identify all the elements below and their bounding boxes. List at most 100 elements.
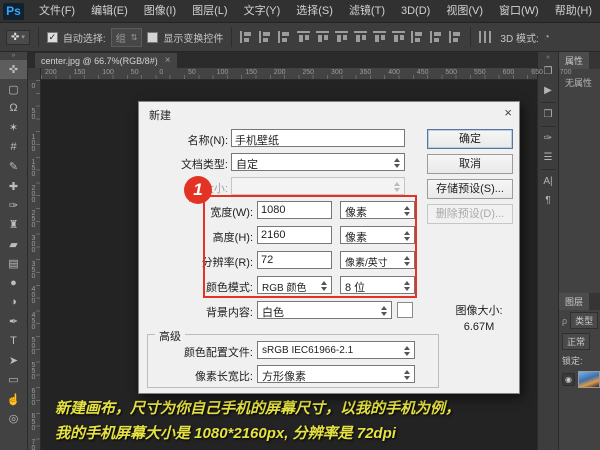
- gradient-tool-icon[interactable]: ▤: [0, 254, 27, 273]
- distribute-left-edges-icon[interactable]: [411, 31, 424, 43]
- path-select-tool-icon[interactable]: ➤: [0, 351, 27, 370]
- layers-filter-row: ρ 类型: [559, 310, 600, 331]
- distribute-vertical-centers-icon[interactable]: [373, 31, 386, 43]
- dodge-tool-icon[interactable]: ◑: [0, 293, 27, 312]
- paragraph-panel-icon[interactable]: ¶: [539, 191, 558, 210]
- menu-item[interactable]: 帮助(H): [547, 0, 600, 23]
- ruler-number: 300: [331, 69, 343, 76]
- background-color-swatch[interactable]: [397, 302, 413, 318]
- distribute-horizontal-centers-icon[interactable]: [430, 31, 443, 43]
- brush-tool-icon[interactable]: ✑: [0, 196, 27, 215]
- brush-presets-panel-icon[interactable]: ☰: [539, 148, 558, 167]
- workspace: » ✜▢Ω✶#✎✚✑♜▰▤●◑✒T➤▭☝◎ center.jpg @ 66.7%…: [0, 52, 600, 450]
- layers-panel-header: 图层: [559, 293, 600, 310]
- name-input[interactable]: 手机壁纸: [231, 129, 405, 147]
- cancel-button[interactable]: 取消: [427, 154, 513, 174]
- menu-item[interactable]: 窗口(W): [491, 0, 547, 23]
- background-select[interactable]: 白色: [257, 301, 392, 319]
- ruler-number: 500: [30, 337, 37, 355]
- clone-stamp-tool-icon[interactable]: ♜: [0, 215, 27, 234]
- ruler-number: 700: [30, 439, 37, 450]
- document-tab[interactable]: center.jpg @ 66.7%(RGB/8#) ×: [35, 53, 177, 68]
- ruler-number: 350: [360, 69, 372, 76]
- ruler-number: 250: [302, 69, 314, 76]
- ruler-number: 600: [30, 388, 37, 406]
- ok-button[interactable]: 确定: [427, 129, 513, 149]
- layer-visibility-eye-icon[interactable]: ◉: [562, 373, 575, 386]
- align-bottom-edges-icon[interactable]: [335, 31, 348, 43]
- ruler-number: 400: [30, 286, 37, 304]
- align-vertical-centers-icon[interactable]: [316, 31, 329, 43]
- ruler-number: 450: [417, 69, 429, 76]
- type-tool-icon[interactable]: T: [0, 331, 27, 350]
- distribute-spacing-icon[interactable]: [479, 31, 491, 43]
- menu-item[interactable]: 图像(I): [136, 0, 184, 23]
- menu-item[interactable]: 文件(F): [31, 0, 83, 23]
- ruler-number: 200: [45, 69, 57, 76]
- actions-panel-icon[interactable]: ▶: [539, 81, 558, 100]
- save-preset-button[interactable]: 存储预设(S)...: [427, 179, 513, 199]
- ruler-number: 200: [274, 69, 286, 76]
- menu-item[interactable]: 3D(D): [393, 0, 438, 23]
- align-top-edges-icon[interactable]: [297, 31, 310, 43]
- brush-settings-panel-icon[interactable]: ✑: [539, 129, 558, 148]
- close-icon[interactable]: ×: [165, 55, 171, 66]
- auto-select-value: 组: [116, 30, 126, 45]
- dialog-close-icon[interactable]: ×: [504, 105, 512, 120]
- color-profile-select[interactable]: sRGB IEC61966-2.1: [257, 341, 415, 359]
- auto-select-checkbox[interactable]: ✓: [47, 32, 58, 43]
- 3d-mode-icon[interactable]: ◔: [544, 32, 550, 43]
- 3d-panel-icon[interactable]: ❒: [539, 105, 558, 124]
- show-transform-checkbox[interactable]: [147, 32, 158, 43]
- ruler-number: 700: [560, 69, 572, 76]
- divider: [470, 27, 471, 47]
- size-select: [231, 177, 405, 195]
- distribute-bottom-edges-icon[interactable]: [392, 31, 405, 43]
- tab-layers[interactable]: 图层: [559, 293, 589, 310]
- distribute-right-edges-icon[interactable]: [449, 31, 462, 43]
- eraser-tool-icon[interactable]: ▰: [0, 235, 27, 254]
- magic-wand-tool-icon[interactable]: ✶: [0, 118, 27, 137]
- menu-item[interactable]: 编辑(E): [83, 0, 136, 23]
- tab-properties[interactable]: 属性: [559, 52, 589, 69]
- pen-tool-icon[interactable]: ✒: [0, 312, 27, 331]
- distribute-top-edges-icon[interactable]: [354, 31, 367, 43]
- spinner-icon: [381, 306, 388, 316]
- blur-tool-icon[interactable]: ●: [0, 273, 27, 292]
- toolbar-collapse-icon[interactable]: »: [0, 52, 27, 60]
- ruler-number: 250: [30, 210, 37, 228]
- lasso-tool-icon[interactable]: Ω: [0, 99, 27, 118]
- menu-item[interactable]: 滤镜(T): [341, 0, 393, 23]
- align-horizontal-centers-icon[interactable]: [259, 31, 272, 43]
- shape-tool-icon[interactable]: ▭: [0, 370, 27, 389]
- doc-type-select[interactable]: 自定: [231, 153, 405, 171]
- delete-preset-button: 删除预设(D)...: [427, 204, 513, 224]
- character-panel-icon[interactable]: A|: [539, 172, 558, 191]
- menu-item[interactable]: 视图(V): [438, 0, 491, 23]
- ruler-number: 550: [30, 362, 37, 380]
- menu-item[interactable]: 文字(Y): [236, 0, 289, 23]
- ruler-number: 600: [503, 69, 515, 76]
- align-left-edges-icon[interactable]: [240, 31, 253, 43]
- annotation-number-badge: 1: [184, 176, 212, 204]
- ruler-number: 50: [131, 69, 139, 76]
- auto-select-dropdown[interactable]: 组 ⇅: [111, 28, 143, 47]
- crop-tool-icon[interactable]: #: [0, 138, 27, 157]
- layer-row[interactable]: ◉: [559, 369, 600, 390]
- name-label: 名称(N):: [141, 132, 228, 148]
- blend-mode-select[interactable]: 正常: [562, 333, 590, 350]
- menu-item[interactable]: 图层(L): [184, 0, 235, 23]
- menu-item[interactable]: 选择(S): [288, 0, 341, 23]
- healing-brush-tool-icon[interactable]: ✚: [0, 176, 27, 195]
- pixel-aspect-select[interactable]: 方形像素: [257, 365, 415, 383]
- move-tool-icon[interactable]: ✜: [0, 60, 27, 79]
- spinner-icon: [404, 370, 411, 380]
- marquee-tool-icon[interactable]: ▢: [0, 79, 27, 98]
- strip-collapse-icon[interactable]: »: [546, 54, 550, 62]
- align-right-edges-icon[interactable]: [278, 31, 291, 43]
- zoom-tool-icon[interactable]: ◎: [0, 409, 27, 428]
- eyedropper-tool-icon[interactable]: ✎: [0, 157, 27, 176]
- hand-tool-icon[interactable]: ☝: [0, 390, 27, 409]
- current-tool-chip[interactable]: ✜ ▾: [6, 30, 30, 45]
- layers-filter-select[interactable]: 类型: [570, 312, 598, 329]
